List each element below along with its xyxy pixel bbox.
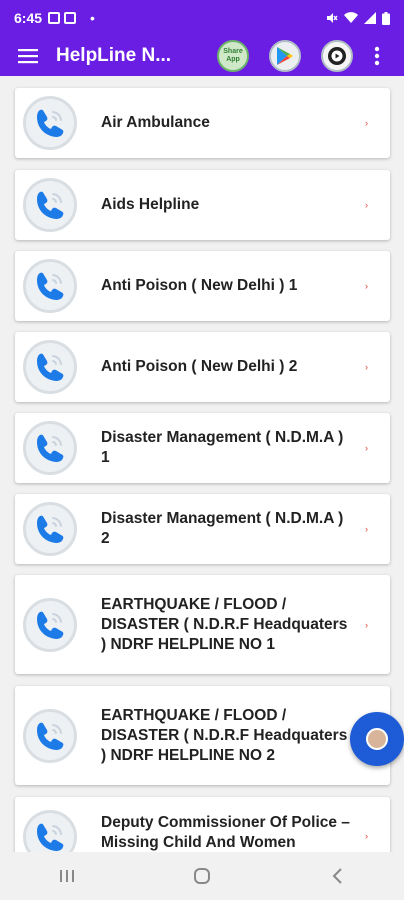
chevron-right-icon: › [365, 118, 368, 128]
helpline-name: Deputy Commissioner Of Police – Missing … [101, 814, 350, 851]
home-icon [193, 868, 210, 884]
status-bar: 6:45 • [0, 0, 404, 36]
phone-call-icon [23, 178, 77, 232]
chevron-right-icon: › [365, 200, 368, 210]
helpline-item[interactable]: Air Ambulance › [15, 88, 390, 158]
hamburger-icon[interactable] [0, 36, 56, 76]
floating-profile-button[interactable] [350, 712, 404, 766]
video-button[interactable] [321, 40, 353, 72]
chevron-right-icon: › [365, 362, 368, 372]
status-dot: • [90, 10, 95, 26]
helpline-item[interactable]: EARTHQUAKE / FLOOD / DISASTER ( N.D.R.F … [15, 686, 390, 785]
helpline-name: EARTHQUAKE / FLOOD / DISASTER ( N.D.R.F … [101, 706, 348, 764]
helpline-item[interactable]: EARTHQUAKE / FLOOD / DISASTER ( N.D.R.F … [15, 575, 390, 674]
mute-icon [327, 13, 338, 23]
phone-call-icon [23, 96, 77, 150]
phone-call-icon [23, 597, 77, 652]
system-nav-bar [0, 852, 404, 900]
phone-call-icon [23, 340, 77, 394]
video-icon [328, 47, 346, 65]
chevron-right-icon: › [365, 831, 368, 841]
phone-call-icon [23, 259, 77, 313]
app-bar-actions: Share App [217, 40, 353, 72]
helpline-item[interactable]: Deputy Commissioner Of Police – Missing … [15, 797, 390, 852]
phone-call-icon [23, 421, 77, 475]
recent-apps-icon [60, 870, 75, 882]
status-time: 6:45 [14, 10, 43, 26]
chevron-right-icon: › [365, 281, 368, 291]
chevron-right-icon: › [365, 619, 368, 630]
helpline-name: Air Ambulance [101, 114, 210, 131]
chevron-right-icon: › [365, 443, 368, 453]
helpline-item[interactable]: Disaster Management ( N.D.M.A ) 2 › [15, 494, 390, 564]
back-button[interactable] [307, 856, 367, 896]
battery-icon [382, 11, 390, 25]
app-title: HelpLine N... [56, 45, 172, 66]
helpline-name: Anti Poison ( New Delhi ) 1 [101, 277, 298, 294]
message-icon [64, 12, 77, 24]
helpline-item[interactable]: Anti Poison ( New Delhi ) 1 › [15, 251, 390, 321]
phone-call-icon [23, 708, 77, 763]
app-bar: HelpLine N... Share App [0, 36, 404, 76]
helpline-name: Aids Helpline [101, 196, 200, 213]
signal-icon [364, 12, 376, 24]
system-icons [326, 11, 390, 25]
helpline-item[interactable]: Anti Poison ( New Delhi ) 2 › [15, 332, 390, 402]
helpline-list: Air Ambulance › Aids Helpline › Anti Poi… [0, 76, 404, 852]
share-app-button[interactable]: Share App [217, 40, 249, 72]
helpline-name: Disaster Management ( N.D.M.A ) 1 [101, 429, 344, 466]
more-vert-icon [374, 46, 380, 66]
helpline-name: Disaster Management ( N.D.M.A ) 2 [101, 510, 344, 547]
recent-apps-button[interactable] [37, 856, 97, 896]
phone-call-icon [23, 810, 77, 852]
helpline-name: Anti Poison ( New Delhi ) 2 [101, 358, 298, 375]
phone-call-icon [23, 502, 77, 556]
wifi-icon [344, 12, 358, 23]
helpline-name: EARTHQUAKE / FLOOD / DISASTER ( N.D.R.F … [101, 595, 348, 653]
play-store-button[interactable] [269, 40, 301, 72]
back-icon [332, 868, 342, 884]
gallery-icon [48, 12, 61, 24]
more-options-button[interactable] [367, 46, 387, 66]
share-app-icon: Share App [223, 48, 243, 63]
play-store-icon [277, 47, 293, 65]
chevron-right-icon: › [365, 524, 368, 534]
avatar-icon [366, 728, 388, 750]
helpline-item[interactable]: Aids Helpline › [15, 170, 390, 240]
notification-icons [48, 12, 77, 24]
helpline-item[interactable]: Disaster Management ( N.D.M.A ) 1 › [15, 413, 390, 483]
home-button[interactable] [172, 856, 232, 896]
